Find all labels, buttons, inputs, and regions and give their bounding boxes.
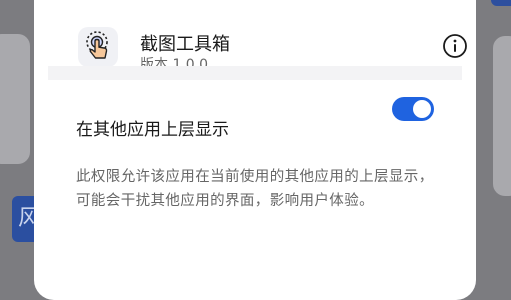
background-card-right [493,36,511,196]
app-name: 截图工具箱 [140,34,230,55]
section-divider [48,66,462,80]
touch-hand-icon [78,27,118,67]
overlay-permission-label: 在其他应用上层显示 [76,120,229,140]
background-card-left [0,34,30,164]
toggle-knob [413,100,431,118]
background-button-top [491,0,511,6]
overlay-permission-row[interactable]: 在其他应用上层显示 [76,115,436,145]
permission-sheet: 截图工具箱 版本 1.0.0 在其他应用上层显示 此权限允许该应用在当前使用的其… [34,0,476,300]
overlay-permission-toggle[interactable] [392,97,434,121]
permission-description: 此权限允许该应用在当前使用的其他应用的上层显示，可能会干扰其他应用的界面，影响用… [76,169,434,209]
info-icon[interactable] [442,33,468,59]
